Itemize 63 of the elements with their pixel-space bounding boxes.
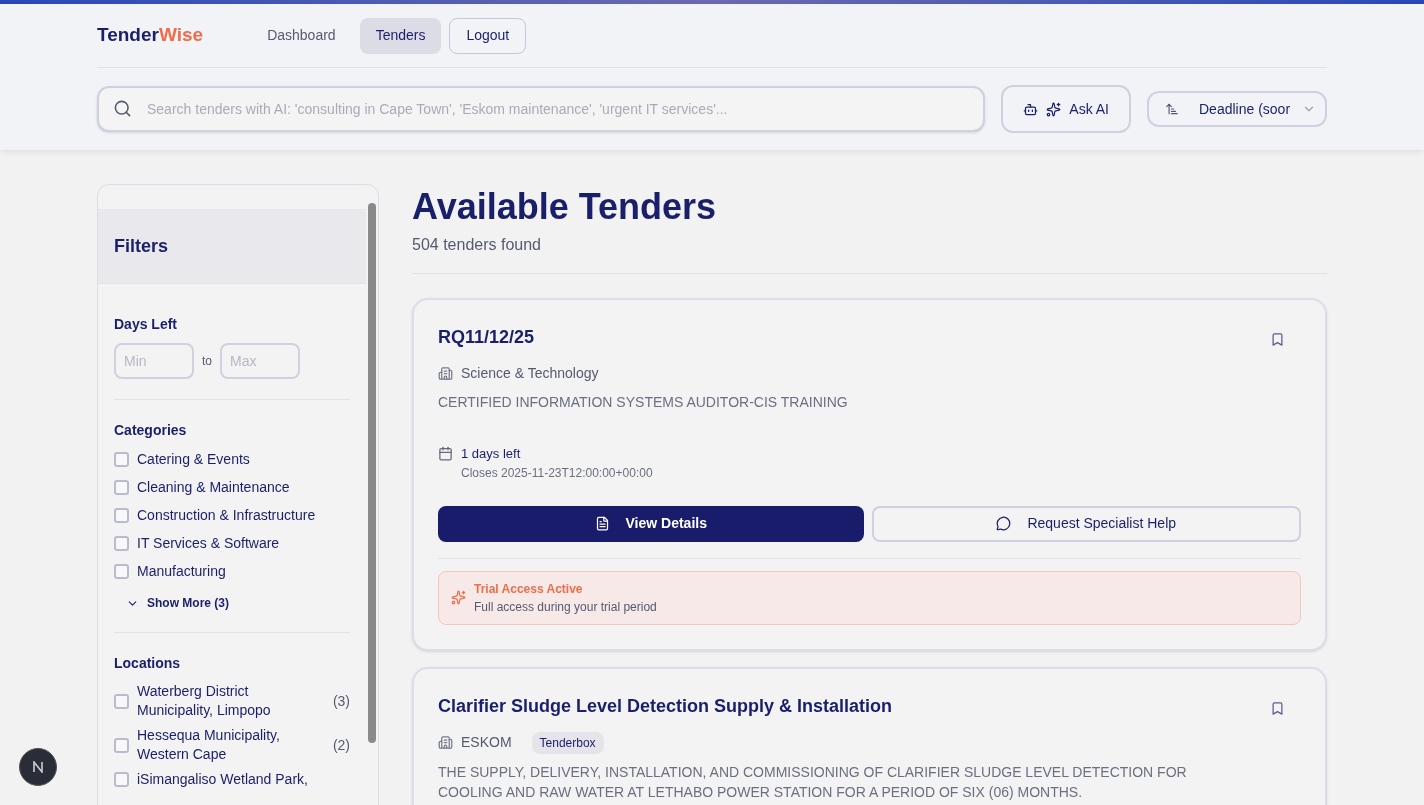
checkbox[interactable] — [114, 536, 129, 551]
notice-text: Full access during your trial period — [474, 598, 657, 616]
sparkle-icon — [451, 590, 466, 605]
search-icon — [113, 99, 132, 118]
days-left: 1 days left — [461, 445, 522, 463]
logo-text: Wise — [158, 23, 204, 48]
logo-text: Tender — [97, 23, 159, 48]
speech-bubble-icon — [996, 516, 1012, 531]
min-field[interactable]: Min — [114, 343, 194, 379]
search-field[interactable]: Search tenders with AI: 'consulting in Cape Town', 'Eskom maintenance', 'urgent IT services'... — [97, 86, 986, 132]
nav-link[interactable]: Logout — [449, 17, 527, 54]
organisation: ESKOM — [461, 733, 512, 752]
checkbox[interactable] — [114, 737, 129, 753]
location-label[interactable]: Waterberg District Municipality, Limpopo — [137, 682, 325, 720]
ask-ai-button[interactable]: Ask AI — [1001, 85, 1131, 133]
bookmark-icon[interactable] — [1270, 332, 1285, 347]
checkbox[interactable] — [114, 452, 129, 467]
calendar-icon — [438, 446, 453, 461]
sparkles-icon — [1046, 101, 1062, 117]
sort-dropdown[interactable]: Deadline (soor — [1147, 91, 1327, 127]
closing-date: Closes 2025-11-23T12:00:00+00:00 — [461, 464, 653, 482]
letter-mark-icon — [32, 761, 44, 773]
checkbox[interactable] — [114, 772, 129, 787]
tender-title[interactable]: RQ11/12/25 — [438, 324, 1270, 351]
checkbox[interactable] — [114, 508, 129, 523]
bookmark-icon[interactable] — [1270, 700, 1285, 716]
view-details-button[interactable]: View Details — [438, 505, 864, 542]
category-label[interactable]: Cleaning & Maintenance — [137, 477, 290, 498]
checkbox[interactable] — [114, 480, 129, 495]
page-title: Available Tenders — [412, 185, 718, 229]
document-icon — [594, 516, 610, 531]
location-count: (2) — [332, 735, 350, 755]
results-count: 504 tenders found — [412, 233, 1327, 274]
category-label[interactable]: Manufacturing — [137, 561, 226, 582]
category-label[interactable]: IT Services & Software — [137, 533, 280, 554]
tender-description: CERTIFIED INFORMATION SYSTEMS AUDITOR-CIS TRAINING — [438, 393, 849, 412]
building-icon — [438, 366, 453, 381]
source-tag: Tenderbox — [531, 731, 604, 754]
organisation: Science & Technology — [461, 364, 599, 383]
nav-link[interactable]: Tenders — [359, 17, 442, 54]
location-label[interactable]: iSimangaliso Wetland Park, — [137, 770, 350, 789]
building-icon — [438, 735, 453, 750]
section-label: Locations — [114, 654, 182, 673]
max-field[interactable]: Max — [220, 343, 300, 379]
section-label: Days Left — [114, 315, 179, 334]
tender-description: THE SUPPLY, DELIVERY, INSTALLATION, AND COMMISSIONING OF CLARIFIER SLUDGE LEVEL DETECTION FOR COOLING AND RAW WATER AT LETHABO POWER STATION FOR A PERIOD OF SIX (06) MONTHS. — [438, 762, 1188, 802]
checkbox[interactable] — [114, 564, 129, 579]
filters-title: Filters — [114, 234, 169, 258]
dev-tools-badge[interactable] — [19, 748, 57, 786]
location-count: (3) — [332, 691, 350, 711]
location-label[interactable]: Hessequa Municipality, Western Cape — [137, 726, 325, 764]
sort-icon — [1165, 102, 1179, 116]
show-more-button[interactable]: Show More (3) — [126, 594, 229, 612]
checkbox[interactable] — [114, 693, 129, 709]
notice-title: Trial Access Active — [474, 580, 584, 598]
category-label[interactable]: Catering & Events — [137, 449, 250, 470]
robot-icon — [1023, 101, 1039, 117]
section-label: Categories — [114, 421, 188, 440]
category-label[interactable]: Construction & Infrastructure — [137, 505, 316, 526]
tender-title[interactable]: Clarifier Sludge Level Detection Supply & Installation — [438, 692, 1270, 720]
nav-link[interactable]: Dashboard — [251, 17, 352, 54]
range-separator: to — [202, 353, 212, 370]
request-help-button[interactable]: Request Specialist Help — [871, 505, 1301, 542]
